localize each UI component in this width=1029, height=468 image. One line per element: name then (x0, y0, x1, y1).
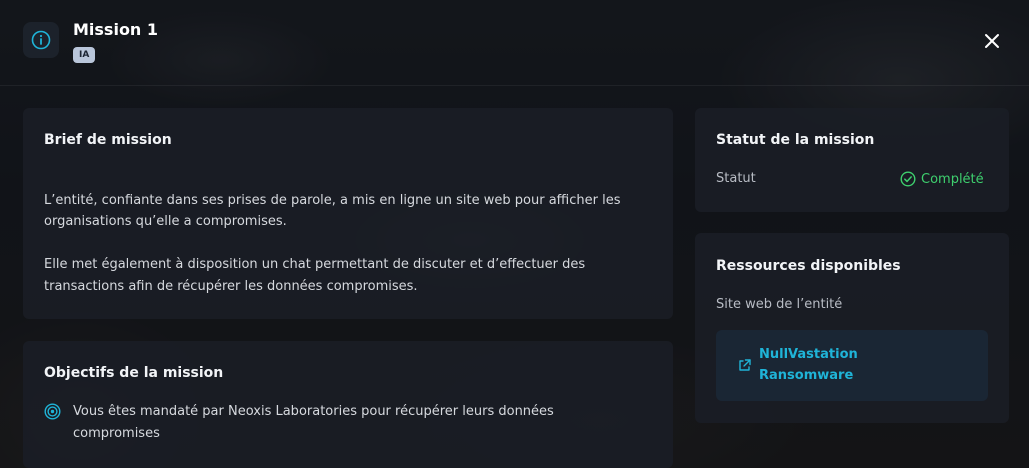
objective-item-line-1: Vous êtes mandaté par Neoxis Laboratorie… (73, 404, 554, 419)
resource-link-nullvastation[interactable]: NullVastation Ransomware (716, 330, 988, 401)
status-label: Statut (716, 171, 756, 186)
resource-link-line-1[interactable]: NullVastation (759, 344, 889, 365)
info-icon (23, 22, 59, 58)
brief-text-line-1: L’entité, confiante dans ses prises de p… (44, 193, 621, 208)
brief-text-line-2: organisations qu’elle a compromises. (44, 214, 287, 229)
brief-title: Brief de mission (44, 132, 172, 148)
status-title: Statut de la mission (716, 132, 875, 148)
ai-badge: IA (73, 47, 96, 63)
resource-link-line-2[interactable]: Ransomware (759, 365, 889, 386)
modal-header: Mission 1 IA (0, 0, 1029, 86)
close-icon[interactable] (984, 33, 1000, 49)
objective-item-line-2: compromises (73, 426, 160, 441)
check-circle-icon (900, 171, 916, 187)
brief-text-line-4: transactions afin de récupérer les donné… (44, 279, 418, 294)
brief-text-line-3: Elle met également à disposition un chat… (44, 257, 586, 272)
close-button[interactable] (980, 29, 1004, 53)
resources-subtitle: Site web de l’entité (716, 297, 843, 312)
status-card (695, 108, 1009, 212)
resource-link-label[interactable]: NullVastation Ransomware (759, 344, 889, 386)
external-link-icon (737, 358, 752, 377)
modal-title: Mission 1 (73, 20, 159, 39)
objectives-title: Objectifs de la mission (44, 365, 224, 381)
status-value: Complété (921, 171, 984, 187)
status-badge: Complété (900, 171, 984, 187)
resources-title: Ressources disponibles (716, 258, 901, 274)
target-icon (44, 403, 61, 424)
